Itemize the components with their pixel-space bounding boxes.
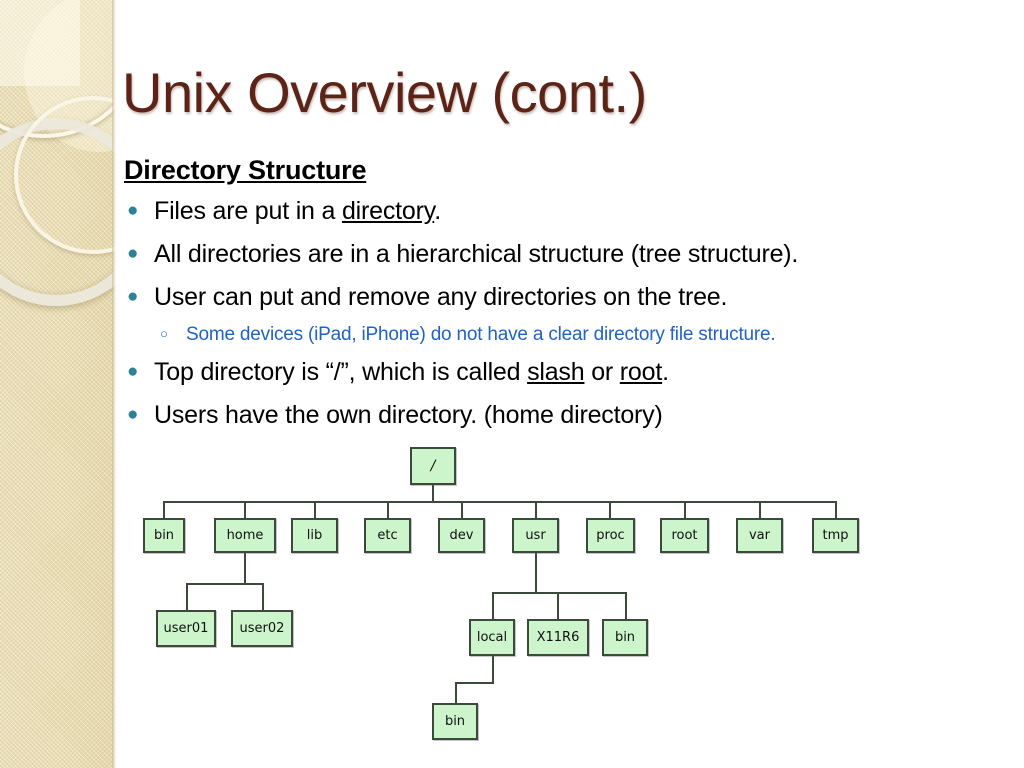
tree-node-label: dev bbox=[449, 528, 474, 543]
bullet-marker-icon: ● bbox=[127, 403, 139, 425]
tree-node-bin[interactable]: bin bbox=[143, 518, 185, 553]
tree-node-user02[interactable]: user02 bbox=[231, 610, 293, 647]
bullet-text: Some devices (iPad, iPhone) do not have … bbox=[186, 321, 1000, 350]
text-run: User can put and remove any directories … bbox=[154, 283, 728, 311]
tree-node-label: etc bbox=[377, 528, 398, 543]
tree-node-label: root bbox=[671, 528, 698, 543]
tree-connector bbox=[244, 501, 246, 519]
sub-bullet-item: ○ Some devices (iPad, iPhone) do not have… bbox=[120, 321, 1000, 350]
tree-connector bbox=[163, 501, 165, 519]
tree-connector bbox=[163, 501, 836, 503]
tree-connector bbox=[609, 501, 611, 519]
bullet-marker-icon: ● bbox=[127, 200, 139, 221]
tree-connector bbox=[186, 583, 263, 585]
tree-node-x11r6[interactable]: X11R6 bbox=[527, 619, 589, 656]
bullet-marker-icon: ● bbox=[127, 360, 139, 382]
bullet-marker-icon: ● bbox=[127, 243, 139, 264]
text-run: . bbox=[434, 197, 441, 225]
tree-connector bbox=[455, 682, 457, 704]
emphasized-term: root bbox=[619, 357, 663, 386]
tree-node-label: proc bbox=[596, 528, 625, 543]
tree-connector bbox=[557, 592, 559, 620]
tree-node-label: / bbox=[430, 458, 436, 474]
tree-node-tmp[interactable]: tmp bbox=[812, 518, 859, 553]
tree-connector bbox=[492, 592, 626, 594]
tree-connector bbox=[461, 501, 463, 519]
tree-node-root[interactable]: / bbox=[410, 447, 456, 485]
bullet-list: ● Files are put in a directory. ● All direc… bbox=[120, 192, 1000, 435]
decorative-sidebar-band bbox=[0, 0, 116, 768]
tree-node-user01[interactable]: user01 bbox=[156, 610, 216, 647]
tree-node-usrbin[interactable]: bin bbox=[602, 619, 648, 656]
tree-node-rootd[interactable]: root bbox=[660, 518, 709, 553]
tree-node-label: user02 bbox=[239, 621, 285, 636]
tree-node-label: bin bbox=[614, 630, 636, 645]
bullet-text: User can put and remove any directories … bbox=[154, 278, 1000, 317]
tree-node-lib[interactable]: lib bbox=[291, 518, 338, 553]
tree-node-localbin[interactable]: bin bbox=[432, 703, 478, 740]
tree-connector bbox=[387, 501, 389, 519]
content-body: Directory Structure ● Files are put in a … bbox=[120, 155, 1000, 439]
text-run: Users have the own directory. (home dire… bbox=[154, 400, 663, 429]
tree-node-home[interactable]: home bbox=[214, 518, 276, 553]
text-run: . bbox=[662, 357, 669, 386]
tree-node-label: usr bbox=[525, 528, 546, 543]
tree-node-etc[interactable]: etc bbox=[364, 518, 411, 553]
tree-connector bbox=[455, 682, 494, 684]
section-heading: Directory Structure bbox=[124, 155, 367, 185]
tree-connector bbox=[186, 583, 188, 611]
text-run: Top directory is “/”, which is called bbox=[154, 357, 528, 386]
tree-connector bbox=[244, 553, 246, 583]
tree-connector bbox=[684, 501, 686, 519]
bullet-item: ● Top directory is “/”, which is called s… bbox=[120, 353, 1000, 392]
emphasized-term: slash bbox=[527, 357, 585, 386]
tree-node-label: local bbox=[476, 630, 508, 645]
tree-connector bbox=[492, 656, 494, 682]
tree-node-label: bin bbox=[153, 528, 175, 543]
tree-node-label: user01 bbox=[163, 621, 209, 636]
tree-node-label: X11R6 bbox=[536, 630, 580, 645]
tree-node-label: var bbox=[748, 528, 770, 543]
tree-connector bbox=[314, 501, 316, 519]
bullet-text: Files are put in a directory. bbox=[154, 192, 1000, 231]
bullet-item: ● User can put and remove any directories… bbox=[120, 278, 1000, 317]
tree-node-label: home bbox=[226, 528, 264, 543]
bullet-item: ● Files are put in a directory. bbox=[120, 192, 1000, 231]
bullet-item: ● Users have the own directory. (home dir… bbox=[120, 396, 1000, 435]
tree-connector bbox=[759, 501, 761, 519]
bullet-marker-icon: ○ bbox=[160, 326, 168, 341]
tree-connector bbox=[262, 583, 264, 611]
sidebar-edge-divider bbox=[112, 0, 116, 768]
bullet-item: ● All directories are in a hierarchical s… bbox=[120, 235, 1000, 274]
tree-connector bbox=[492, 592, 494, 620]
tree-connector bbox=[432, 485, 434, 502]
bullet-marker-icon: ● bbox=[127, 286, 139, 307]
tree-connector bbox=[835, 501, 837, 519]
tree-node-label: tmp bbox=[822, 528, 849, 543]
tree-node-var[interactable]: var bbox=[736, 518, 783, 553]
text-run: All directories are in a hierarchical st… bbox=[154, 240, 799, 268]
slide: Unix Overview (cont.) Directory Structur… bbox=[0, 0, 1024, 768]
text-run: Files are put in a bbox=[154, 197, 342, 225]
page-title: Unix Overview (cont.) bbox=[122, 61, 647, 124]
tree-connector bbox=[625, 592, 627, 620]
tree-node-proc[interactable]: proc bbox=[586, 518, 635, 553]
bullet-text: Users have the own directory. (home dire… bbox=[154, 396, 1000, 435]
tree-node-usr[interactable]: usr bbox=[512, 518, 559, 553]
text-run: Some devices (iPad, iPhone) do not have … bbox=[186, 324, 776, 345]
emphasized-term: directory bbox=[341, 197, 435, 225]
tree-connector bbox=[535, 501, 537, 519]
tree-node-dev[interactable]: dev bbox=[438, 518, 485, 553]
tree-connector bbox=[535, 553, 537, 592]
tree-node-label: lib bbox=[306, 528, 323, 543]
bullet-text: Top directory is “/”, which is called sl… bbox=[154, 353, 1000, 392]
bullet-text: All directories are in a hierarchical st… bbox=[154, 235, 1000, 274]
tree-node-local[interactable]: local bbox=[469, 619, 515, 656]
text-run: or bbox=[584, 357, 620, 386]
tree-node-label: bin bbox=[444, 714, 466, 729]
